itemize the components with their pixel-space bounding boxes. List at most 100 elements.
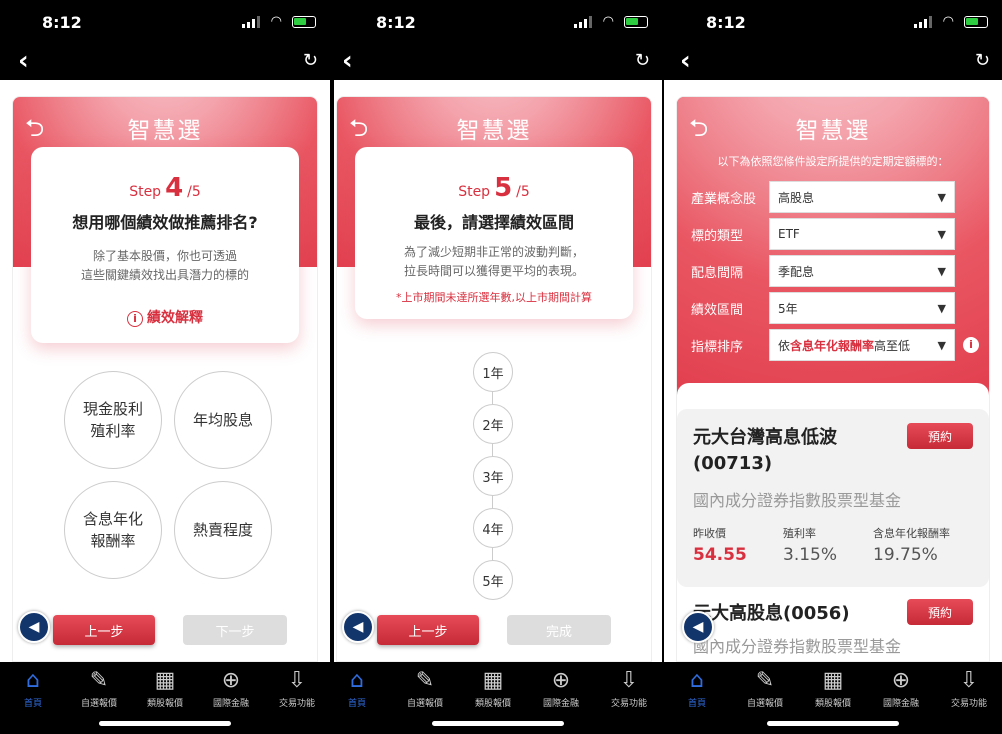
option-annual-dividend[interactable]: 年均股息 [174,371,272,469]
option-popularity[interactable]: 熱賣程度 [174,481,272,579]
year-option-4[interactable]: 4年 [473,508,513,548]
step-indicator: Step 5/5 [355,173,633,203]
next-step-button[interactable]: 下一步 [183,615,287,645]
bottom-tab-bar: ⌂ 首頁 ✎ 自選報價 ▦ 類股報價 ⊕ 國際金融 ⇩ 交易功能 [664,662,1002,734]
status-time: 8:12 [706,13,746,32]
cellular-signal-icon [574,16,592,28]
phone-step4: 8:12 ◠ ‹ ↻ ⮌ 智慧選 Step 4/5 想用哪個績效做推薦排名? 除… [0,0,330,734]
wifi-icon: ◠ [942,14,954,29]
metric-close-price: 昨收價 54.55 [693,525,747,565]
globe-icon: ⊕ [551,668,571,693]
fund-card[interactable]: 元大台灣高息低波 (00713) 預約 國內成分證券指數股票型基金 昨收價 54… [677,409,989,587]
page-title: 智慧選 [456,118,532,144]
globe-icon: ⊕ [221,668,241,693]
home-indicator[interactable] [99,721,231,726]
floating-back-button[interactable]: ◀ [682,611,714,643]
home-icon: ⌂ [26,668,40,693]
results-card: ⮌ 智慧選 以下為依照您條件設定所提供的定期定額標的： 產業概念股 高股息 ▼ 標… [676,96,990,662]
fund-type: 國內成分證券指數股票型基金 [693,637,902,656]
battery-icon [292,16,316,28]
fund-name-line: 元大台灣高息低波 [693,427,837,448]
tab-global[interactable]: ⊕ 國際金融 [868,668,934,709]
floating-back-button[interactable]: ◀ [18,611,50,643]
desc-line-2: 這些關鍵績效找出具潛力的標的 [80,268,249,282]
sort-key: 含息年化報酬率 [790,338,875,353]
back-chevron-icon[interactable]: ‹ [342,46,353,76]
filter-asset-type: 標的類型 ETF ▼ [691,218,955,250]
battery-icon [624,16,648,28]
floating-back-button[interactable]: ◀ [342,611,374,643]
book-button[interactable]: 預約 [907,599,973,625]
tab-label: 交易功能 [278,699,315,709]
tab-global[interactable]: ⊕ 國際金融 [528,668,594,709]
tab-label: 類股報價 [146,699,183,709]
home-indicator[interactable] [767,721,899,726]
tab-sector[interactable]: ▦ 類股報價 [460,668,526,709]
industry-select[interactable]: 高股息 ▼ [769,181,955,213]
page-title: 智慧選 [795,118,871,144]
explain-label: 績效解釋 [147,310,203,326]
refresh-icon[interactable]: ↻ [635,50,650,71]
dividend-interval-select[interactable]: 季配息 ▼ [769,255,955,287]
asset-type-select[interactable]: ETF ▼ [769,218,955,250]
watchlist-icon: ✎ [755,668,775,693]
year-option-2[interactable]: 2年 [473,404,513,444]
smart-select-card: ⮌ 智慧選 Step 5/5 最後，請選擇績效區間 為了減少短期非正常的波動判斷，… [336,96,652,662]
tab-home[interactable]: ⌂ 首頁 [334,668,390,709]
step-number: 5 [494,173,513,203]
step-indicator: Step 4/5 [31,173,299,203]
tab-global[interactable]: ⊕ 國際金融 [198,668,264,709]
metric-value: 19.75% [873,545,938,565]
fund-card[interactable]: 元大高股息(0056) 預約 國內成分證券指數股票型基金 [677,593,989,661]
watchlist-icon: ✎ [89,668,109,693]
metric-total-return: 含息年化報酬率 19.75% [873,525,950,565]
performance-explain-link[interactable]: i 績效解釋 [31,307,299,327]
tab-label: 交易功能 [610,699,647,709]
fund-name: 元大高股息(0056) [693,603,850,624]
fund-code: (00713) [693,453,773,474]
tab-label: 自選報價 [406,699,443,709]
filter-sort: 指標排序 依含息年化報酬率 高至低 ▼ i [691,329,979,361]
tab-home[interactable]: ⌂ 首頁 [0,668,66,709]
info-icon[interactable]: i [963,337,979,353]
prev-step-button[interactable]: 上一步 [377,615,479,645]
step-box: Step 4/5 想用哪個績效做推薦排名? 除了基本股價，你也可透過 這些關鍵績效… [31,147,299,343]
year-option-3[interactable]: 3年 [473,456,513,496]
wifi-icon: ◠ [270,14,282,29]
select-value: 季配息 [778,264,815,279]
battery-icon [964,16,988,28]
metric-value: 3.15% [783,545,838,565]
tab-trade[interactable]: ⇩ 交易功能 [596,668,662,709]
tab-sector[interactable]: ▦ 類股報價 [800,668,866,709]
back-chevron-icon[interactable]: ‹ [680,46,691,76]
done-button[interactable]: 完成 [507,615,611,645]
tab-watchlist[interactable]: ✎ 自選報價 [732,668,798,709]
tab-sector[interactable]: ▦ 類股報價 [132,668,198,709]
dropdown-arrow-icon: ▼ [937,228,946,241]
prev-step-button[interactable]: 上一步 [53,615,155,645]
home-indicator[interactable] [432,721,564,726]
filter-label: 配息間隔 [691,265,744,281]
tab-trade[interactable]: ⇩ 交易功能 [936,668,1002,709]
tab-trade[interactable]: ⇩ 交易功能 [264,668,330,709]
tab-home[interactable]: ⌂ 首頁 [664,668,730,709]
smart-select-card: ⮌ 智慧選 Step 4/5 想用哪個績效做推薦排名? 除了基本股價，你也可透過 … [12,96,318,662]
option-cash-dividend-yield[interactable]: 現金股利殖利率 [64,371,162,469]
sector-icon: ▦ [822,668,844,693]
refresh-icon[interactable]: ↻ [303,50,318,71]
option-total-return[interactable]: 含息年化報酬率 [64,481,162,579]
tab-watchlist[interactable]: ✎ 自選報價 [392,668,458,709]
book-button[interactable]: 預約 [907,423,973,449]
back-chevron-icon[interactable]: ‹ [18,46,29,76]
refresh-icon[interactable]: ↻ [975,50,990,71]
filter-label: 指標排序 [691,339,744,355]
period-select[interactable]: 5年 ▼ [769,292,955,324]
globe-icon: ⊕ [891,668,911,693]
step-box: Step 5/5 最後，請選擇績效區間 為了減少短期非正常的波動判斷， 拉長時間可… [355,147,633,319]
year-option-1[interactable]: 1年 [473,352,513,392]
year-option-5[interactable]: 5年 [473,560,513,600]
home-icon: ⌂ [350,668,364,693]
tab-watchlist[interactable]: ✎ 自選報價 [66,668,132,709]
status-bar: 8:12 ◠ [664,0,1002,44]
sort-select[interactable]: 依含息年化報酬率 高至低 ▼ [769,329,955,361]
